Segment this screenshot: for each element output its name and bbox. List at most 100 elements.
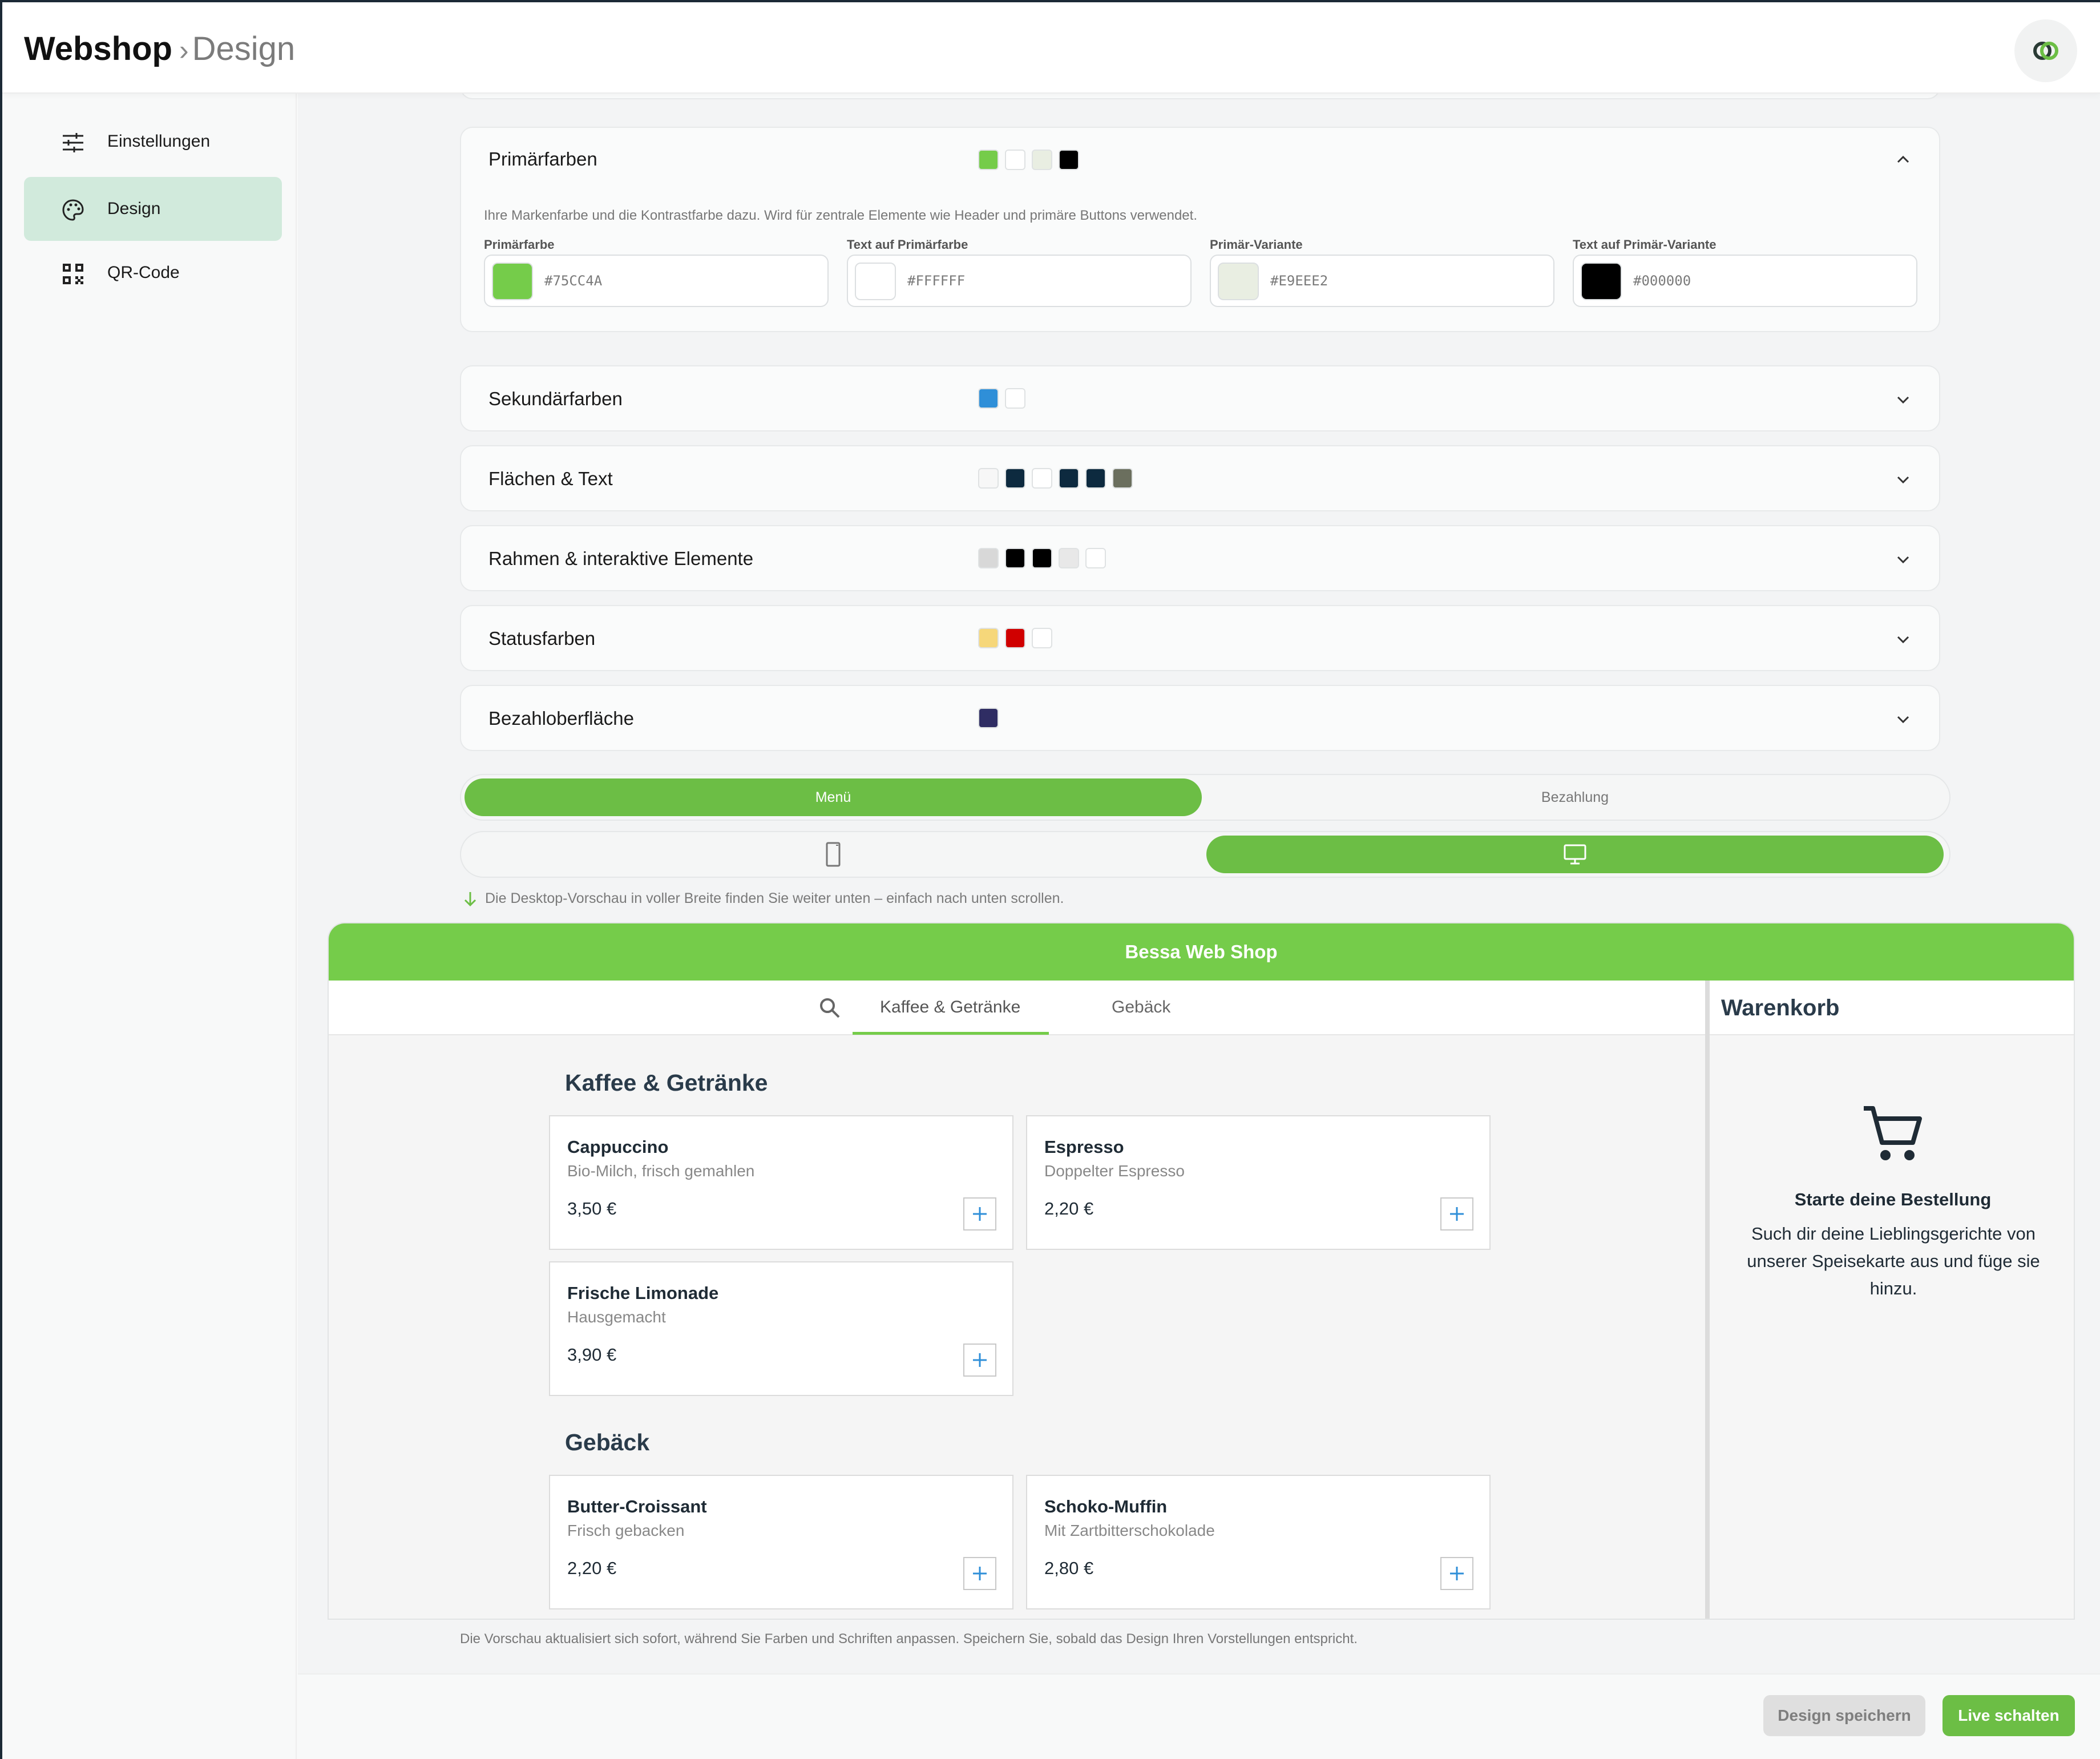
tab-gebaeck[interactable]: Gebäck — [1112, 998, 1170, 1017]
chevron-down-icon[interactable] — [1895, 711, 1912, 728]
group-swatches — [978, 388, 1025, 409]
arrow-down-icon — [464, 891, 476, 906]
sidebar-item-label: Einstellungen — [107, 132, 211, 151]
swatch — [1085, 468, 1106, 489]
chevron-down-icon[interactable] — [1895, 471, 1912, 489]
field-label: Primärfarbe — [484, 237, 555, 252]
swatch — [1005, 388, 1025, 409]
add-button[interactable] — [1440, 1557, 1473, 1590]
add-button[interactable] — [963, 1197, 996, 1231]
product-card[interactable]: Butter-Croissant Frisch gebacken 2,20 € — [549, 1475, 1013, 1609]
mobile-icon — [826, 842, 841, 867]
primary-color-field[interactable]: #75CC4A — [484, 255, 829, 307]
plus-icon — [1450, 1567, 1464, 1580]
product-price: 2,20 € — [567, 1558, 617, 1578]
card-title[interactable]: Primärfarben — [488, 148, 597, 170]
top-bar: Webshop › Design — [2, 2, 2100, 94]
product-card[interactable]: Frische Limonade Hausgemacht 3,90 € — [549, 1261, 1013, 1396]
group-swatches — [978, 708, 999, 728]
color-chip[interactable] — [1581, 263, 1622, 300]
plus-icon — [973, 1353, 987, 1367]
mobile-preview-button[interactable] — [465, 836, 1202, 873]
save-design-button[interactable]: Design speichern — [1763, 1695, 1925, 1736]
chevron-down-icon[interactable] — [1895, 551, 1912, 568]
group-swatches — [978, 468, 1133, 489]
plus-icon — [973, 1567, 987, 1580]
breadcrumb-page: Design — [192, 30, 296, 67]
sidebar-item-einstellungen[interactable]: Einstellungen — [24, 110, 282, 174]
desktop-icon — [1564, 844, 1586, 865]
sidebar-item-qr-code[interactable]: QR-Code — [24, 241, 282, 305]
text-on-primary-variant-field[interactable]: #000000 — [1573, 255, 1917, 307]
swatch — [1059, 468, 1079, 489]
hex-value: #75CC4A — [544, 273, 603, 289]
add-button[interactable] — [1440, 1197, 1473, 1231]
tab-payment[interactable]: Bezahlung — [1206, 778, 1944, 816]
card-title: Flächen & Text — [488, 468, 613, 489]
search-icon[interactable] — [818, 997, 841, 1019]
chevron-down-icon[interactable] — [1895, 392, 1912, 409]
sliders-icon — [63, 133, 83, 152]
sidebar-item-label: Design — [107, 199, 161, 218]
desktop-preview-button[interactable] — [1206, 836, 1944, 873]
desktop-preview-hint: Die Desktop-Vorschau in voller Breite fi… — [463, 890, 1064, 907]
category-tabs: Kaffee & Getränke Gebäck — [329, 981, 1705, 1035]
color-group-card[interactable]: Flächen & Text — [460, 445, 1940, 511]
hint-text: Die Desktop-Vorschau in voller Breite fi… — [485, 890, 1064, 906]
color-group-card[interactable]: Sekundärfarben — [460, 365, 1940, 431]
product-card[interactable]: Schoko-Muffin Mit Zartbitterschokolade 2… — [1026, 1475, 1491, 1609]
primary-variant-field[interactable]: #E9EEE2 — [1210, 255, 1554, 307]
sidebar-item-label: QR-Code — [107, 263, 180, 282]
hex-value: #E9EEE2 — [1270, 273, 1328, 289]
color-group-card[interactable]: Rahmen & interaktive Elemente — [460, 525, 1940, 591]
cart-header: Warenkorb — [1710, 981, 2074, 1035]
field-label: Text auf Primär-Variante — [1573, 237, 1717, 252]
qr-code-icon — [63, 264, 83, 284]
cart-empty-text: Such dir deine Lieblingsgerichte von uns… — [1747, 1224, 2040, 1298]
cart-empty-title: Starte deine Bestellung — [1794, 1189, 1992, 1209]
color-group-card[interactable]: Bezahloberfläche — [460, 685, 1940, 751]
card-description: Ihre Markenfarbe und die Kontrastfarbe d… — [484, 208, 1197, 223]
tab-menu[interactable]: Menü — [465, 778, 1202, 816]
product-name: Butter-Croissant — [567, 1496, 707, 1516]
go-live-button[interactable]: Live schalten — [1942, 1695, 2075, 1736]
chevron-down-icon[interactable] — [1895, 631, 1912, 648]
swatch — [1032, 150, 1052, 170]
color-chip[interactable] — [1218, 263, 1259, 300]
swatch — [978, 548, 999, 568]
product-description: Doppelter Espresso — [1044, 1162, 1185, 1180]
swatch — [1005, 628, 1025, 648]
product-name: Schoko-Muffin — [1044, 1496, 1168, 1516]
product-card[interactable]: Espresso Doppelter Espresso 2,20 € — [1026, 1115, 1491, 1250]
add-button[interactable] — [963, 1557, 996, 1590]
add-button[interactable] — [963, 1344, 996, 1377]
avatar[interactable] — [2014, 19, 2077, 82]
product-card[interactable]: Cappuccino Bio-Milch, frisch gemahlen 3,… — [549, 1115, 1013, 1250]
breadcrumb-app[interactable]: Webshop — [24, 30, 172, 67]
swatch — [1032, 468, 1052, 489]
swatch — [978, 388, 999, 409]
swatch — [1032, 628, 1052, 648]
color-group-card[interactable]: Statusfarben — [460, 605, 1940, 671]
shop-preview: Bessa Web Shop Kaffee & Getränke Gebäck … — [328, 922, 2075, 1620]
product-name: Cappuccino — [567, 1137, 669, 1157]
tab-kaffee-getraenke[interactable]: Kaffee & Getränke — [880, 998, 1020, 1017]
shopping-cart-icon — [1864, 1106, 1922, 1160]
color-chip[interactable] — [855, 263, 896, 300]
color-chip[interactable] — [492, 263, 533, 300]
product-description: Bio-Milch, frisch gemahlen — [567, 1162, 755, 1180]
category-title: Gebäck — [565, 1429, 650, 1455]
swatch — [978, 468, 999, 489]
chevron-up-icon[interactable] — [1895, 151, 1912, 168]
text-on-primary-field[interactable]: #FFFFFF — [847, 255, 1192, 307]
sidebar: Einstellungen Design QR-Code — [2, 94, 297, 1759]
swatch — [1059, 548, 1079, 568]
view-toggle: Menü Bezahlung — [460, 774, 1950, 821]
product-description: Hausgemacht — [567, 1308, 666, 1326]
swatch — [1032, 548, 1052, 568]
cart-panel: Warenkorb Starte deine Bestellung Such d… — [1705, 981, 2074, 1619]
card-title: Sekundärfarben — [488, 388, 623, 409]
product-name: Frische Limonade — [567, 1283, 719, 1303]
sidebar-item-design[interactable]: Design — [24, 177, 282, 241]
breadcrumb: Webshop › Design — [24, 29, 295, 71]
